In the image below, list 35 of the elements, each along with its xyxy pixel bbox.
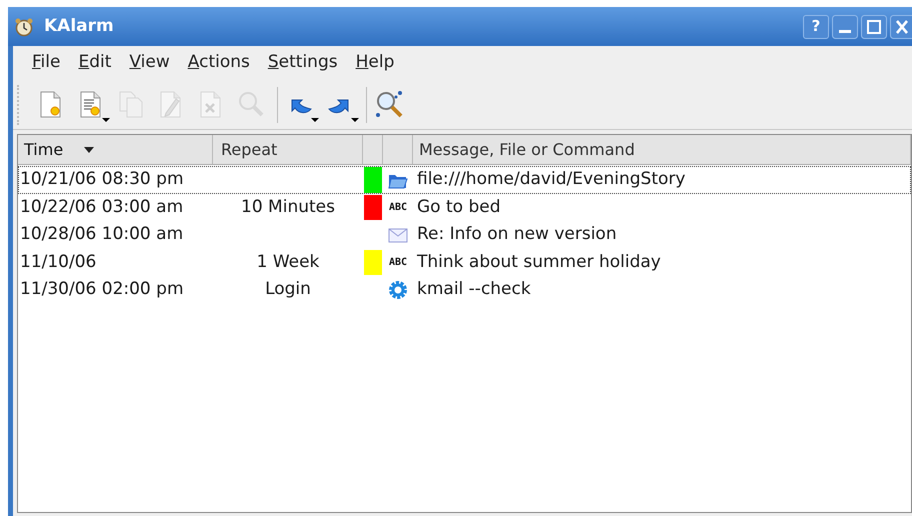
menu-item[interactable]: Actions [180, 48, 257, 78]
menu-item[interactable]: View [122, 48, 177, 78]
table-cell: 10/28/06 10:00 am [20, 224, 184, 244]
alarm-row[interactable]: 10/28/06 10:00 am Re: Info on new version [18, 221, 911, 248]
table-cell: Think about summer holiday [417, 252, 661, 272]
text-type-label: ABC [388, 256, 408, 270]
table-cell: 1 Week [256, 252, 320, 272]
table-cell: Login [265, 279, 311, 299]
text-type-label: ABC [388, 200, 408, 215]
table-cell: kmail --check [417, 279, 531, 299]
alarm-row[interactable]: 10/22/06 03:00 am 10 Minutes ABC Go to bed [18, 194, 911, 221]
table-cell: file:///home/david/EveningStory [417, 169, 686, 189]
alarm-row[interactable]: 10/21/06 08:30 pm file:///home/david/EveningStory [18, 166, 911, 194]
menu-item[interactable]: Edit [71, 48, 118, 78]
table-cell: Go to bed [417, 196, 500, 216]
minimize-button[interactable] [832, 14, 858, 38]
column-header[interactable]: Time [24, 138, 64, 162]
window-title: KAlarm [44, 14, 115, 38]
maximize-button[interactable] [861, 14, 887, 38]
menu-item[interactable]: Settings [260, 48, 345, 78]
table-cell: 10 Minutes [241, 196, 335, 216]
alarm-row[interactable]: 11/10/06 1 Week ABC Think about summer holiday [18, 248, 911, 276]
help-button[interactable]: ? [803, 14, 829, 38]
close-button[interactable] [890, 14, 912, 38]
menu-item[interactable]: Help [348, 48, 402, 78]
alarm-clock-icon [14, 16, 34, 36]
alarm-row[interactable]: 11/30/06 02:00 pm Login kmail --check [18, 276, 911, 304]
table-cell: 11/30/06 02:00 pm [20, 279, 184, 299]
table-cell: 11/10/06 [20, 252, 96, 272]
menu-item[interactable]: File [25, 48, 68, 78]
table-cell: Re: Info on new version [417, 224, 617, 244]
column-header[interactable]: Repeat [219, 138, 278, 162]
column-header[interactable]: Message, File or Command [419, 138, 635, 162]
table-cell: 10/22/06 03:00 am [20, 196, 184, 216]
table-cell: 10/21/06 08:30 pm [20, 169, 184, 189]
